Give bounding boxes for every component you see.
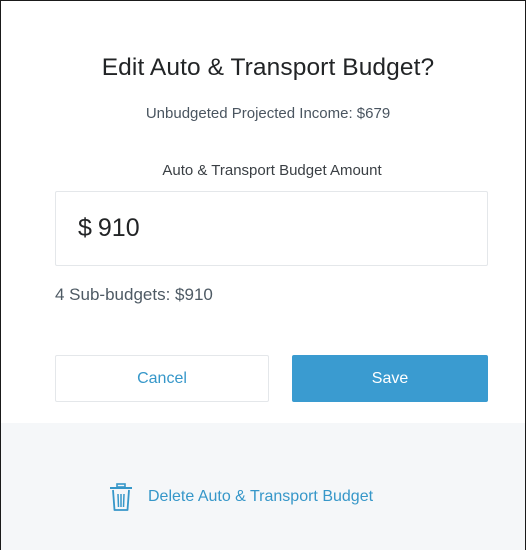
edit-budget-dialog: Edit Auto & Transport Budget? Unbudgeted… [0, 0, 526, 550]
budget-amount-label: Auto & Transport Budget Amount [162, 162, 382, 179]
trash-icon [108, 482, 134, 512]
subbudgets-summary: 4 Sub-budgets: $910 [55, 285, 213, 304]
cancel-button[interactable]: Cancel [55, 355, 269, 402]
budget-amount-value: 910 [97, 214, 140, 242]
delete-budget-link[interactable]: Delete Auto & Transport Budget [108, 482, 373, 512]
save-button[interactable]: Save [292, 355, 488, 402]
unbudgeted-income-text: Unbudgeted Projected Income: $679 [145, 105, 391, 122]
budget-amount-input[interactable]: $ 910 [55, 191, 488, 266]
delete-budget-label: Delete Auto & Transport Budget [148, 488, 374, 505]
currency-symbol: $ [78, 214, 92, 242]
dialog-border-top [0, 0, 526, 1]
dialog-title: Edit Auto & Transport Budget? [101, 54, 435, 81]
